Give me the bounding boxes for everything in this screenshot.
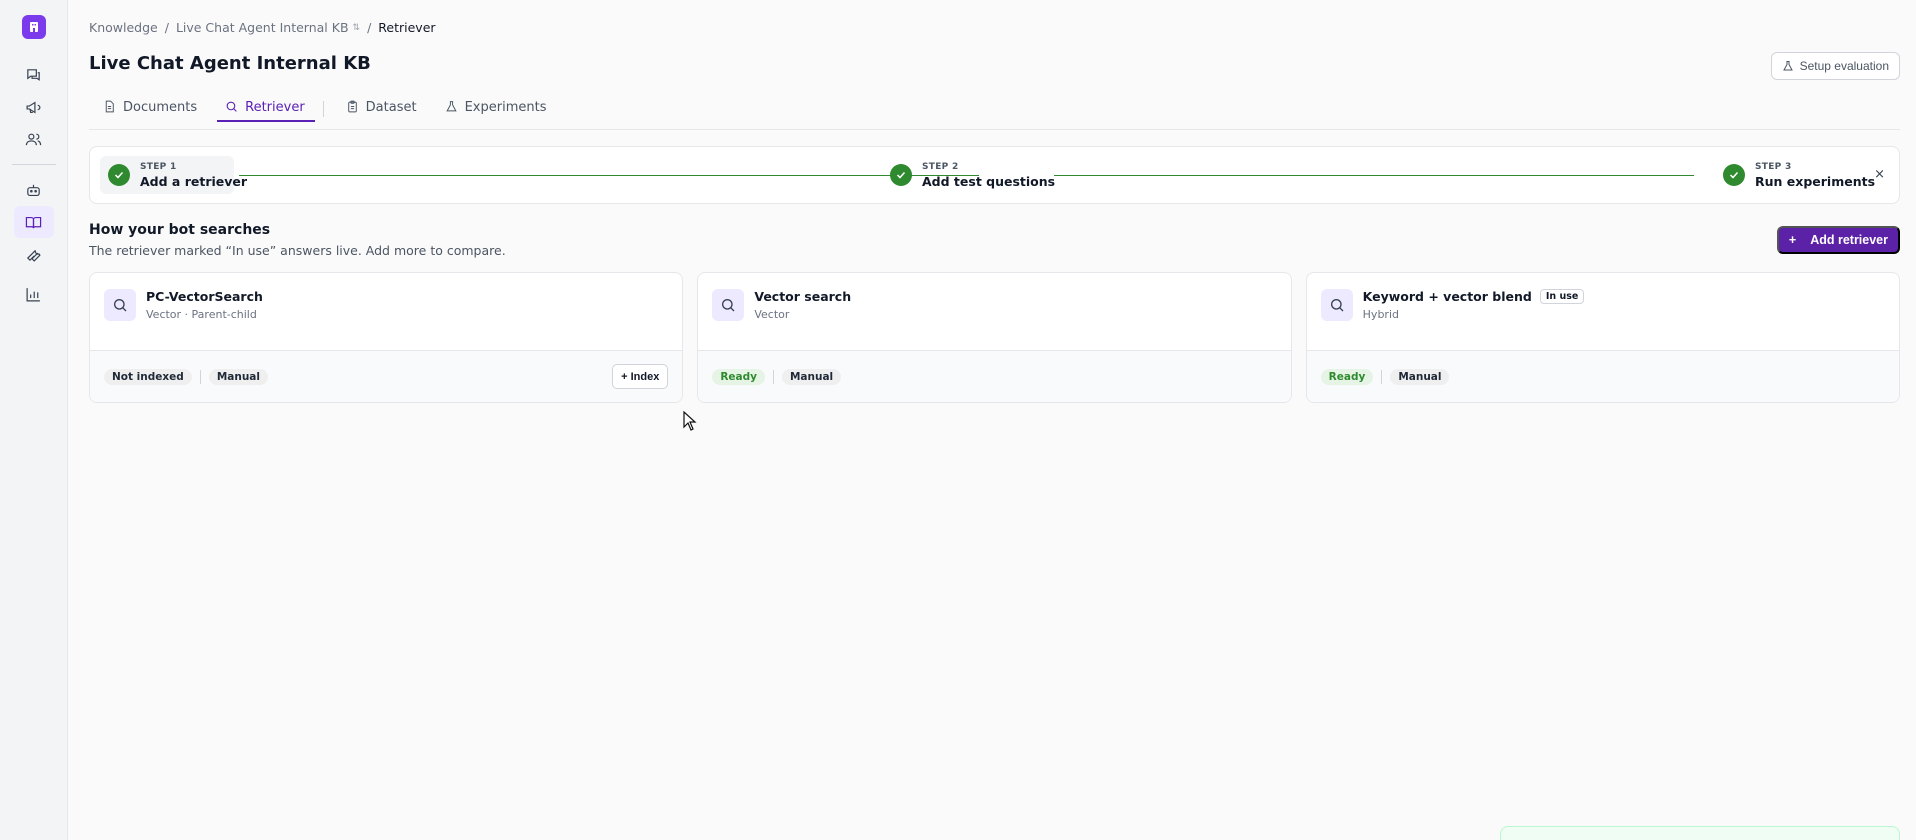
- wrench-icon: [26, 249, 41, 262]
- add-retriever-label: Add retriever: [1810, 233, 1888, 247]
- chat-icon: [27, 68, 40, 81]
- close-icon[interactable]: ×: [1874, 167, 1885, 182]
- search-icon: [226, 101, 237, 112]
- breadcrumb: Knowledge / Live Chat Agent Internal KB …: [89, 20, 436, 35]
- breadcrumb-separator: /: [367, 20, 372, 35]
- document-icon: [105, 100, 114, 113]
- toast-notification: [1500, 826, 1900, 840]
- chip-divider: [199, 370, 201, 384]
- tab-experiments[interactable]: Experiments: [431, 96, 557, 130]
- breadcrumb-kb[interactable]: Live Chat Agent Internal KB: [176, 20, 349, 35]
- step-label: Add test questions: [922, 173, 1056, 189]
- retriever-name: Vector search: [754, 289, 852, 304]
- users-icon: [25, 133, 42, 145]
- search-icon: [104, 289, 136, 321]
- retriever-name: Keyword + vector blend: [1362, 289, 1532, 304]
- section-title: How your bot searches: [89, 222, 271, 238]
- search-icon: [712, 289, 745, 321]
- retriever-type: Vector: [754, 308, 790, 321]
- mouse-cursor-icon: [683, 411, 697, 431]
- tab-divider: [322, 101, 324, 117]
- setup-evaluation-label: Setup evaluation: [1799, 59, 1889, 73]
- mode-badge: Manual: [1390, 369, 1450, 385]
- retriever-name: PC-VectorSearch: [146, 289, 263, 304]
- index-button[interactable]: + Index: [612, 364, 669, 389]
- setup-evaluation-button[interactable]: Setup evaluation: [1770, 52, 1900, 80]
- tab-label: Retriever: [245, 100, 305, 115]
- step-label: Add a retriever: [140, 173, 248, 189]
- book-open-icon: [25, 216, 42, 228]
- step-3[interactable]: STEP 3 Run experiments: [1715, 156, 1883, 194]
- tab-label: Documents: [123, 100, 198, 115]
- flask-icon: [1782, 61, 1793, 71]
- sidebar-item-bots[interactable]: [14, 174, 54, 206]
- plus-icon: +: [1788, 233, 1797, 247]
- clipboard-icon: [347, 100, 357, 113]
- step-label: Run experiments: [1755, 173, 1876, 189]
- retriever-card[interactable]: Keyword + vector blend In use Hybrid Rea…: [1305, 272, 1900, 403]
- sidebar-item-campaigns[interactable]: [14, 91, 54, 123]
- logo-icon: [29, 22, 38, 32]
- sidebar-item-contacts[interactable]: [14, 123, 54, 155]
- sidebar-divider: [11, 164, 56, 165]
- tab-label: Experiments: [464, 100, 547, 115]
- step-kicker: STEP 3: [1755, 161, 1792, 172]
- sidebar: [0, 0, 68, 840]
- sidebar-item-knowledge[interactable]: [13, 206, 54, 238]
- chevron-updown-icon[interactable]: ⇅: [353, 23, 361, 33]
- breadcrumb-knowledge[interactable]: Knowledge: [89, 20, 158, 35]
- search-icon: [1320, 289, 1353, 321]
- status-badge: Ready: [1320, 369, 1374, 385]
- retriever-card[interactable]: Vector search Vector Ready Manual: [697, 272, 1292, 403]
- retriever-type: Hybrid: [1362, 308, 1399, 321]
- status-badge: Ready: [712, 369, 765, 385]
- bar-chart-icon: [26, 287, 40, 301]
- sidebar-item-conversations[interactable]: [14, 59, 54, 91]
- bot-icon: [27, 184, 40, 196]
- section-subtitle: The retriever marked “In use” answers li…: [89, 243, 506, 258]
- step-2[interactable]: STEP 2 Add test questions: [882, 156, 1063, 194]
- check-circle-icon: [1723, 164, 1745, 186]
- tab-documents[interactable]: Documents: [89, 96, 207, 130]
- mode-badge: Manual: [208, 369, 268, 385]
- step-kicker: STEP 2: [922, 161, 959, 172]
- status-badge: Not indexed: [104, 369, 192, 385]
- retriever-card[interactable]: PC-VectorSearch Vector · Parent-child No…: [89, 272, 684, 403]
- tab-dataset[interactable]: Dataset: [332, 96, 427, 130]
- megaphone-icon: [26, 100, 41, 114]
- check-circle-icon: [890, 164, 912, 186]
- tab-retriever[interactable]: Retriever: [211, 96, 315, 130]
- tab-bar: Documents Retriever Dataset Experiments: [89, 96, 1900, 130]
- flask-icon: [445, 101, 457, 112]
- setup-stepper: STEP 1 Add a retriever STEP 2 Add test q…: [89, 146, 1900, 204]
- sidebar-item-analytics[interactable]: [14, 278, 54, 310]
- breadcrumb-separator: /: [164, 20, 169, 35]
- chip-divider: [1381, 370, 1383, 384]
- in-use-badge: In use: [1539, 289, 1585, 304]
- step-kicker: STEP 1: [140, 161, 177, 172]
- retriever-cards: PC-VectorSearch Vector · Parent-child No…: [89, 272, 1900, 403]
- mode-badge: Manual: [781, 369, 842, 385]
- step-connector: [239, 175, 979, 176]
- step-connector: [1054, 175, 1694, 176]
- app-logo[interactable]: [21, 15, 46, 39]
- page-title: Live Chat Agent Internal KB: [89, 53, 371, 74]
- add-retriever-button[interactable]: + Add retriever: [1776, 226, 1900, 254]
- sidebar-item-tools[interactable]: [14, 238, 54, 270]
- step-1[interactable]: STEP 1 Add a retriever: [100, 156, 247, 194]
- check-circle-icon: [108, 164, 130, 186]
- breadcrumb-current: Retriever: [378, 20, 436, 35]
- tab-label: Dataset: [365, 100, 417, 115]
- retriever-type: Vector · Parent-child: [146, 308, 257, 321]
- chip-divider: [772, 370, 774, 384]
